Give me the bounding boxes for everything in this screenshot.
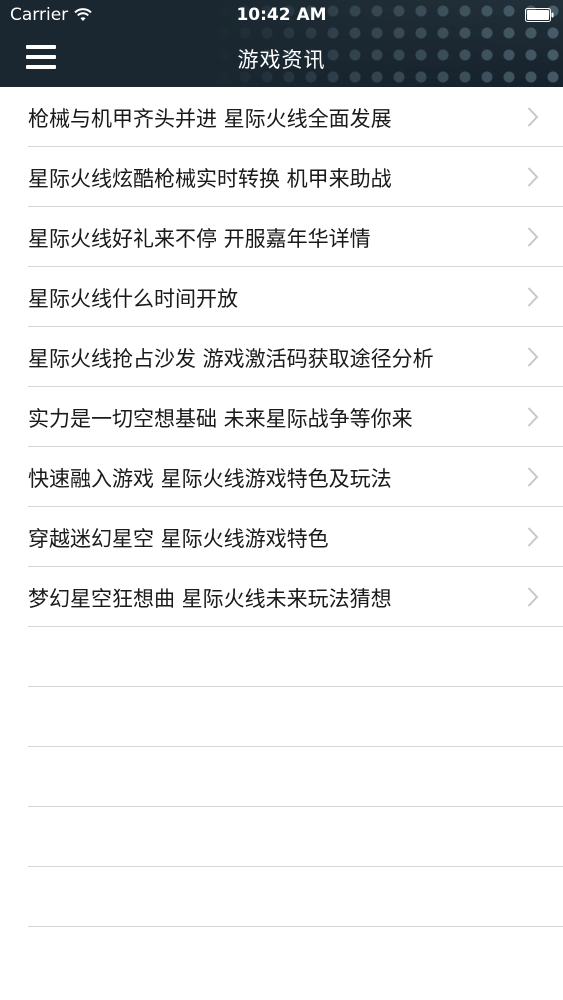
- navigation-bar: 游戏资讯: [0, 30, 563, 87]
- chevron-right-icon: [527, 287, 539, 307]
- chevron-right-icon: [527, 407, 539, 427]
- chevron-right-icon: [527, 587, 539, 607]
- list-item[interactable]: 星际火线抢占沙发 游戏激活码获取途径分析: [28, 327, 563, 387]
- article-list: 枪械与机甲齐头并进 星际火线全面发展 星际火线炫酷枪械实时转换 机甲来助战 星际…: [0, 87, 563, 927]
- list-item[interactable]: 星际火线炫酷枪械实时转换 机甲来助战: [28, 147, 563, 207]
- list-item-label: 星际火线好礼来不停 开服嘉年华详情: [28, 227, 371, 251]
- empty-row: [28, 867, 563, 927]
- list-item-label: 穿越迷幻星空 星际火线游戏特色: [28, 527, 329, 551]
- empty-row: [28, 747, 563, 807]
- list-item-label: 星际火线炫酷枪械实时转换 机甲来助战: [28, 167, 392, 191]
- list-item-label: 枪械与机甲齐头并进 星际火线全面发展: [28, 107, 392, 131]
- empty-row: [28, 687, 563, 747]
- battery-icon: [525, 8, 554, 22]
- list-item-label: 实力是一切空想基础 未来星际战争等你来: [28, 407, 413, 431]
- chevron-right-icon: [527, 107, 539, 127]
- chevron-right-icon: [527, 347, 539, 367]
- list-item-label: 快速融入游戏 星际火线游戏特色及玩法: [28, 467, 392, 491]
- status-bar: Carrier 10:42 AM: [0, 0, 563, 30]
- list-item[interactable]: 实力是一切空想基础 未来星际战争等你来: [28, 387, 563, 447]
- list-item[interactable]: 星际火线什么时间开放: [28, 267, 563, 327]
- list-item[interactable]: 星际火线好礼来不停 开服嘉年华详情: [28, 207, 563, 267]
- header: Carrier 10:42 AM 游戏资讯: [0, 0, 563, 87]
- app-screen: Carrier 10:42 AM 游戏资讯 枪械与机甲齐头并进 星际火线全面发展…: [0, 0, 563, 1000]
- list-item[interactable]: 穿越迷幻星空 星际火线游戏特色: [28, 507, 563, 567]
- empty-row: [28, 627, 563, 687]
- list-item-label: 星际火线抢占沙发 游戏激活码获取途径分析: [28, 347, 434, 371]
- list-item[interactable]: 梦幻星空狂想曲 星际火线未来玩法猜想: [28, 567, 563, 627]
- status-time: 10:42 AM: [236, 5, 327, 25]
- list-item-label: 星际火线什么时间开放: [28, 287, 238, 311]
- page-title: 游戏资讯: [237, 48, 326, 72]
- list-item[interactable]: 枪械与机甲齐头并进 星际火线全面发展: [28, 87, 563, 147]
- list-item[interactable]: 快速融入游戏 星际火线游戏特色及玩法: [28, 447, 563, 507]
- empty-row: [28, 807, 563, 867]
- chevron-right-icon: [527, 527, 539, 547]
- chevron-right-icon: [527, 227, 539, 247]
- chevron-right-icon: [527, 167, 539, 187]
- list-item-label: 梦幻星空狂想曲 星际火线未来玩法猜想: [28, 587, 392, 611]
- chevron-right-icon: [527, 467, 539, 487]
